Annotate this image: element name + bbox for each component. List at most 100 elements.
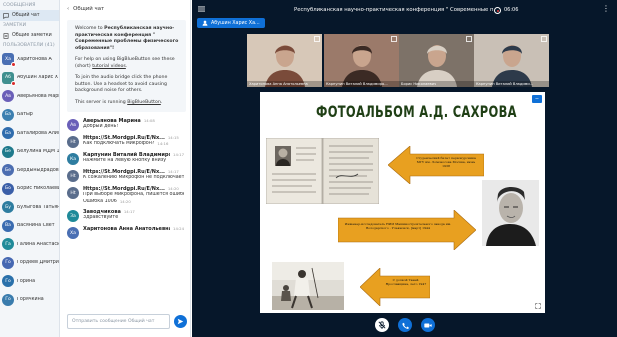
- user-name: Булыгова Татьяна: [17, 204, 59, 210]
- phone-icon: [401, 322, 409, 329]
- user-name: Васянина Свет: [17, 223, 55, 229]
- users-section-label: ПОЛЬЗОВАТЕЛИ (41): [3, 43, 55, 48]
- chat-message-input[interactable]: Отправить сообщение Общий чат: [67, 314, 170, 329]
- user-list-item[interactable]: Ва Васянина Свет: [0, 217, 59, 236]
- user-list-item[interactable]: Аб Абушин Харис Х: [0, 69, 59, 88]
- share-webcam-button[interactable]: [421, 318, 435, 332]
- expand-icon[interactable]: [391, 36, 397, 42]
- user-name: Горячкина: [17, 297, 44, 303]
- user-list-item[interactable]: Го Горячкина: [0, 291, 59, 310]
- avatar: Ht: [67, 187, 79, 199]
- avatar: Ht: [67, 170, 79, 182]
- options-menu-icon[interactable]: ⋮: [602, 5, 610, 13]
- message-text: Как подключать микрофон?: [83, 141, 155, 146]
- sidebar-item-shared-notes[interactable]: Общие заметки: [0, 30, 59, 41]
- mute-mic-button[interactable]: [375, 318, 389, 332]
- hamburger-menu-icon[interactable]: [198, 6, 205, 14]
- chat-message: Ав Аверьянова Марина 14:08 Добрый день!: [61, 116, 190, 133]
- webcam-video: [265, 45, 305, 87]
- user-list-item[interactable]: Бе Белулина МДМ 1т: [0, 143, 59, 162]
- avatar-initials: Ба: [5, 130, 11, 136]
- user-name: Баталирова Алия: [17, 130, 59, 136]
- notes-section-label: ЗАМЕТКИ: [3, 23, 27, 28]
- message-time: 14:17: [173, 152, 184, 157]
- avatar-initials: Ав: [70, 122, 76, 128]
- slide-title: ФОТОАЛЬБОМ А.Д. САХРОВА: [316, 102, 517, 121]
- avatar-initials: Бу: [5, 204, 11, 210]
- webcam-tile[interactable]: Борис Николаевич: [399, 34, 474, 87]
- chat-message-list: Ав Аверьянова Марина 14:08 Добрый день! Ht Ht…: [61, 116, 190, 241]
- bigbluebutton-link[interactable]: BigBlueButton: [127, 100, 161, 105]
- minimize-presentation-button[interactable]: −: [532, 95, 542, 103]
- presenter-badge[interactable]: Абушин Харис Ха...: [197, 18, 265, 28]
- audio-button[interactable]: [398, 318, 412, 332]
- presenter-icon: [202, 20, 208, 26]
- message-time: 14:17: [123, 209, 135, 214]
- chat-message: Ht Https://St.Mordgpi.Ru/E/Nx... 14:17 К со…: [61, 167, 190, 184]
- chat-header[interactable]: ‹ Общий чат: [61, 0, 190, 18]
- user-sidebar: СООБЩЕНИЯ Общий чат ЗАМЕТКИ Общие заметк…: [0, 0, 60, 337]
- user-list-item[interactable]: Го Горина: [0, 272, 59, 291]
- expand-icon[interactable]: [541, 36, 547, 42]
- avatar: Ха: [2, 53, 16, 68]
- avatar: Бе: [2, 164, 14, 177]
- user-list-item[interactable]: Бе Бердыныдрадова: [0, 161, 59, 180]
- avatar: Бу: [2, 201, 14, 214]
- user-list-item[interactable]: Бу Булыгова Татьяна: [0, 198, 59, 217]
- send-button[interactable]: [174, 315, 187, 328]
- presenter-name: Абушин Харис Ха...: [211, 20, 260, 26]
- user-list-item[interactable]: Бо Борис Николаевич: [0, 180, 59, 199]
- user-name: Галина Анастасия: [17, 241, 59, 247]
- webcam-tile[interactable]: Карпунин Виталий Владими...: [474, 34, 549, 87]
- webcam-video: [492, 45, 532, 87]
- avatar: За: [67, 210, 79, 222]
- chat-message: Ht Https://St.Mordgpi.Ru/E/Nx... 14:20 При …: [61, 184, 190, 207]
- user-list-item[interactable]: Ба Батыр: [0, 106, 59, 125]
- message-author: Харитонова Анна Анатольевна: [83, 226, 171, 232]
- user-name: Борис Николаевич: [17, 186, 59, 192]
- user-list-item[interactable]: Га Галина Анастасия: [0, 235, 59, 254]
- message-time: 14:16: [157, 141, 169, 146]
- server-prefix: This server is running: [75, 99, 128, 105]
- avatar: Ха: [67, 227, 79, 239]
- main-area: Республиканская научно-практическая конф…: [192, 0, 617, 337]
- message-text: Ошибка 1006: [83, 198, 117, 204]
- avatar-initials: Ав: [5, 93, 11, 99]
- avatar-initials: Бе: [5, 149, 11, 155]
- messages-section-label: СООБЩЕНИЯ: [3, 3, 36, 8]
- chat-panel: ‹ Общий чат Welcome to Республиканская н…: [61, 0, 191, 337]
- arrow-caption-1: Студенческий билет первокурсника МГУ им.…: [416, 156, 476, 169]
- user-list-item[interactable]: Ав Аверьянова Мари: [0, 87, 59, 106]
- user-list-item[interactable]: Ха Харитонова А: [0, 50, 59, 69]
- chat-message: Ка Карпунин Виталий Владимиро... 14:17 нажм…: [61, 150, 190, 167]
- user-name: Бердыныдрадова: [17, 167, 59, 173]
- webcam-tile[interactable]: Карпунин Виталий Владимиро...: [324, 34, 399, 87]
- webcam-video: [417, 45, 457, 87]
- muted-microphone-icon: [11, 80, 16, 86]
- user-list-item[interactable]: Го Гордеев Дмитрий: [0, 254, 59, 273]
- chevron-left-icon[interactable]: ‹: [67, 6, 69, 12]
- chat-message: За Заводчикова 14:17 Здравствуйте: [61, 207, 190, 224]
- arrow-shape-3: [360, 268, 430, 306]
- fullscreen-icon[interactable]: [535, 303, 541, 309]
- tutorial-videos-link[interactable]: tutorial videos: [92, 64, 126, 69]
- avatar-initials: Ht: [70, 190, 76, 196]
- avatar-initials: Бе: [5, 167, 11, 173]
- recording-indicator-icon[interactable]: [494, 7, 501, 14]
- sidebar-item-public-chat[interactable]: Общий чат: [0, 10, 59, 21]
- user-list-item[interactable]: Ба Баталирова Алия: [0, 124, 59, 143]
- arrow-caption-2: Инженер-исследователь НИИ Машиностроител…: [344, 222, 452, 231]
- avatar: Ht: [67, 136, 79, 148]
- avatar-initials: Га: [5, 241, 11, 247]
- webcam-tile[interactable]: Харитонова Анна Анатольевна: [247, 34, 322, 87]
- expand-icon[interactable]: [466, 36, 472, 42]
- avatar-initials: Бо: [5, 186, 11, 192]
- expand-icon[interactable]: [314, 36, 320, 42]
- avatar-initials: Го: [5, 278, 11, 284]
- message-time: 14:15: [167, 135, 179, 140]
- avatar-initials: Го: [5, 297, 11, 303]
- avatar: Го: [2, 293, 14, 306]
- avatar: Бе: [2, 145, 14, 158]
- avatar-initials: Ht: [70, 139, 76, 145]
- message-text: нажмите на левую кнопку внизу: [83, 158, 167, 163]
